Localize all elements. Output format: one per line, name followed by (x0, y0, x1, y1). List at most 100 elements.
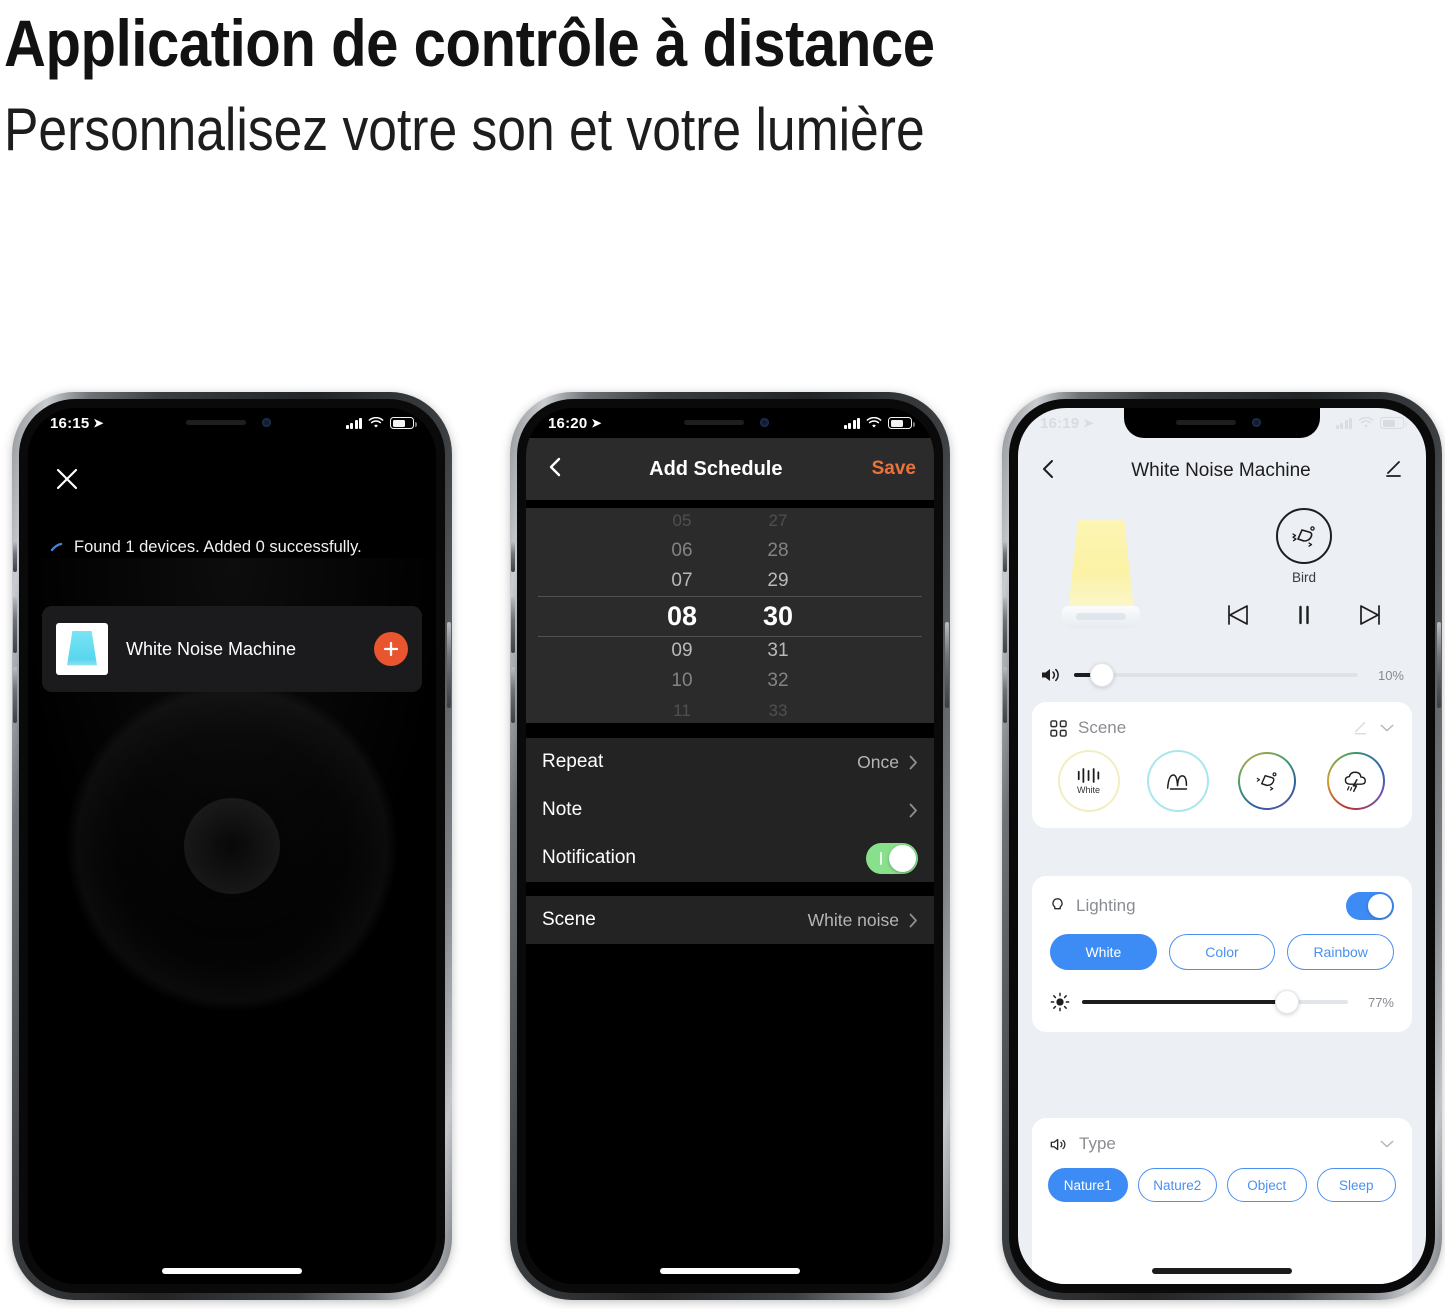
headline-block: Application de contrôle à distance Perso… (0, 0, 1445, 166)
sound-player: Bird (1216, 508, 1392, 634)
storm-cloud-icon (1344, 771, 1366, 792)
brightness-slider-track[interactable] (1082, 990, 1348, 1014)
play-pause-button[interactable] (1290, 601, 1318, 634)
lighting-mode-rainbow[interactable]: Rainbow (1287, 934, 1395, 970)
type-option-sleep[interactable]: Sleep (1316, 1168, 1396, 1202)
row-scene[interactable]: Scene White noise (526, 896, 934, 944)
time-picker[interactable]: 05 06 07 08 09 10 11 27 28 29 30 31 32 3… (526, 508, 934, 723)
picker-item[interactable]: 05 (673, 508, 692, 536)
scene-group: Scene White noise (526, 896, 934, 944)
next-track-icon (1360, 605, 1380, 625)
previous-track-button[interactable] (1224, 601, 1252, 634)
add-schedule-screen: 16:20 ➤ Add Schedule Save 05 06 07 08 09… (526, 408, 934, 1284)
lighting-mode-white[interactable]: White (1050, 934, 1157, 970)
volume-slider-knob[interactable] (1090, 663, 1115, 687)
edit-button[interactable] (1384, 458, 1406, 485)
phone-screen: 16:20 ➤ Add Schedule Save 05 06 07 08 09… (526, 408, 934, 1284)
brightness-icon (1050, 992, 1070, 1012)
picker-item[interactable]: 10 (671, 666, 692, 696)
picker-item[interactable]: 32 (767, 666, 788, 696)
status-indicators (345, 417, 417, 429)
close-icon[interactable] (52, 464, 82, 494)
picker-item[interactable]: 28 (767, 536, 788, 566)
picker-item[interactable]: 33 (769, 696, 788, 724)
toggle-knob (889, 844, 916, 872)
row-value: Once (857, 751, 899, 772)
picker-item-selected-hour[interactable]: 08 (667, 596, 697, 636)
row-notification[interactable]: Notification (526, 834, 934, 882)
speaker-icon (1050, 1138, 1066, 1150)
type-card: Type Nature1 Nature2 Object Sleep (1032, 1118, 1412, 1284)
add-device-button[interactable] (374, 632, 408, 666)
minute-column[interactable]: 27 28 29 30 31 32 33 (730, 508, 826, 723)
plus-icon (383, 641, 399, 657)
scene-title: Scene (1078, 718, 1127, 737)
row-note[interactable]: Note (526, 786, 934, 834)
discovered-device-card[interactable]: White Noise Machine (42, 606, 422, 692)
lighting-toggle[interactable] (1346, 892, 1394, 920)
back-button[interactable] (1038, 457, 1058, 486)
save-button[interactable]: Save (872, 458, 916, 480)
device-name: White Noise Machine (126, 638, 297, 659)
signal-bars-icon (345, 417, 362, 429)
sound-bars-icon (1077, 768, 1099, 783)
device-control-screen: 16:19 ➤ White Noise Machine Bird 10% Sce… (1018, 408, 1426, 1284)
scan-status: Found 1 devices. Added 0 successfully. (50, 538, 416, 557)
status-time-group: 16:15 ➤ (50, 415, 104, 432)
volume-up-button (1003, 597, 1007, 653)
scene-label: White (1076, 785, 1100, 795)
volume-slider-track[interactable] (1074, 663, 1358, 687)
picker-item[interactable]: 11 (673, 696, 691, 724)
home-indicator (660, 1268, 800, 1274)
brightness-value: 77% (1367, 994, 1394, 1010)
scan-status-text: Found 1 devices. Added 0 successfully. (74, 538, 362, 556)
hour-column[interactable]: 05 06 07 08 09 10 11 (634, 508, 730, 723)
phone-frame: 16:20 ➤ Add Schedule Save 05 06 07 08 09… (510, 392, 950, 1300)
scene-item-wave[interactable] (1148, 752, 1207, 810)
nav-bar: White Noise Machine (1018, 444, 1426, 498)
picker-item-selected-minute[interactable]: 30 (763, 596, 793, 636)
chevron-down-icon[interactable] (1380, 1139, 1394, 1149)
back-chevron-icon (1043, 459, 1053, 478)
chevron-down-icon[interactable] (1380, 723, 1394, 733)
phone-screen: 16:19 ➤ White Noise Machine Bird 10% Sce… (1018, 408, 1426, 1284)
lighting-mode-color[interactable]: Color (1168, 934, 1276, 970)
status-time: 16:15 (50, 414, 90, 432)
volume-down-button (1003, 667, 1007, 723)
earpiece-speaker (186, 420, 246, 425)
picker-item[interactable]: 29 (767, 566, 788, 596)
bird-icon[interactable] (1276, 508, 1332, 564)
grid-icon (1050, 719, 1067, 737)
picker-item[interactable]: 07 (671, 566, 692, 596)
picker-item[interactable]: 31 (767, 636, 788, 666)
lighting-mode-pills: White Color Rainbow (1032, 920, 1412, 970)
volume-value: 10% (1377, 667, 1404, 683)
type-option-nature2[interactable]: Nature2 (1137, 1168, 1217, 1202)
picker-item[interactable]: 06 (671, 536, 692, 566)
phone-frame: 16:15 ➤ Found 1 devices. Added 0 success… (12, 392, 452, 1300)
location-arrow-icon: ➤ (93, 416, 104, 430)
chevron-right-icon (909, 803, 917, 817)
picker-item[interactable]: 09 (671, 636, 692, 666)
picker-item[interactable]: 27 (769, 508, 788, 536)
scene-item-white[interactable]: White (1059, 752, 1118, 810)
next-track-button[interactable] (1356, 601, 1384, 634)
type-option-object[interactable]: Object (1227, 1168, 1307, 1202)
row-repeat[interactable]: Repeat Once (526, 738, 934, 786)
type-options: Nature1 Nature2 Object Sleep (1032, 1154, 1412, 1220)
brightness-slider-fill (1082, 1000, 1287, 1004)
type-option-nature1[interactable]: Nature1 (1048, 1168, 1128, 1202)
page-title: White Noise Machine (1131, 460, 1311, 481)
scene-item-bird[interactable] (1237, 752, 1296, 810)
brightness-slider-knob[interactable] (1274, 990, 1299, 1014)
pencil-icon[interactable] (1353, 720, 1369, 736)
notification-toggle[interactable] (866, 842, 918, 874)
phone-bezel: 16:15 ➤ Found 1 devices. Added 0 success… (19, 399, 445, 1293)
row-label: Notification (542, 847, 636, 868)
volume-down-button (13, 667, 17, 723)
scene-item-storm[interactable] (1326, 752, 1385, 810)
device-thumbnail-icon (56, 623, 108, 675)
page-title: Application de contrôle à distance (4, 6, 935, 80)
phone-bezel: 16:19 ➤ White Noise Machine Bird 10% Sce… (1009, 399, 1435, 1293)
lamp-base (1062, 606, 1140, 628)
